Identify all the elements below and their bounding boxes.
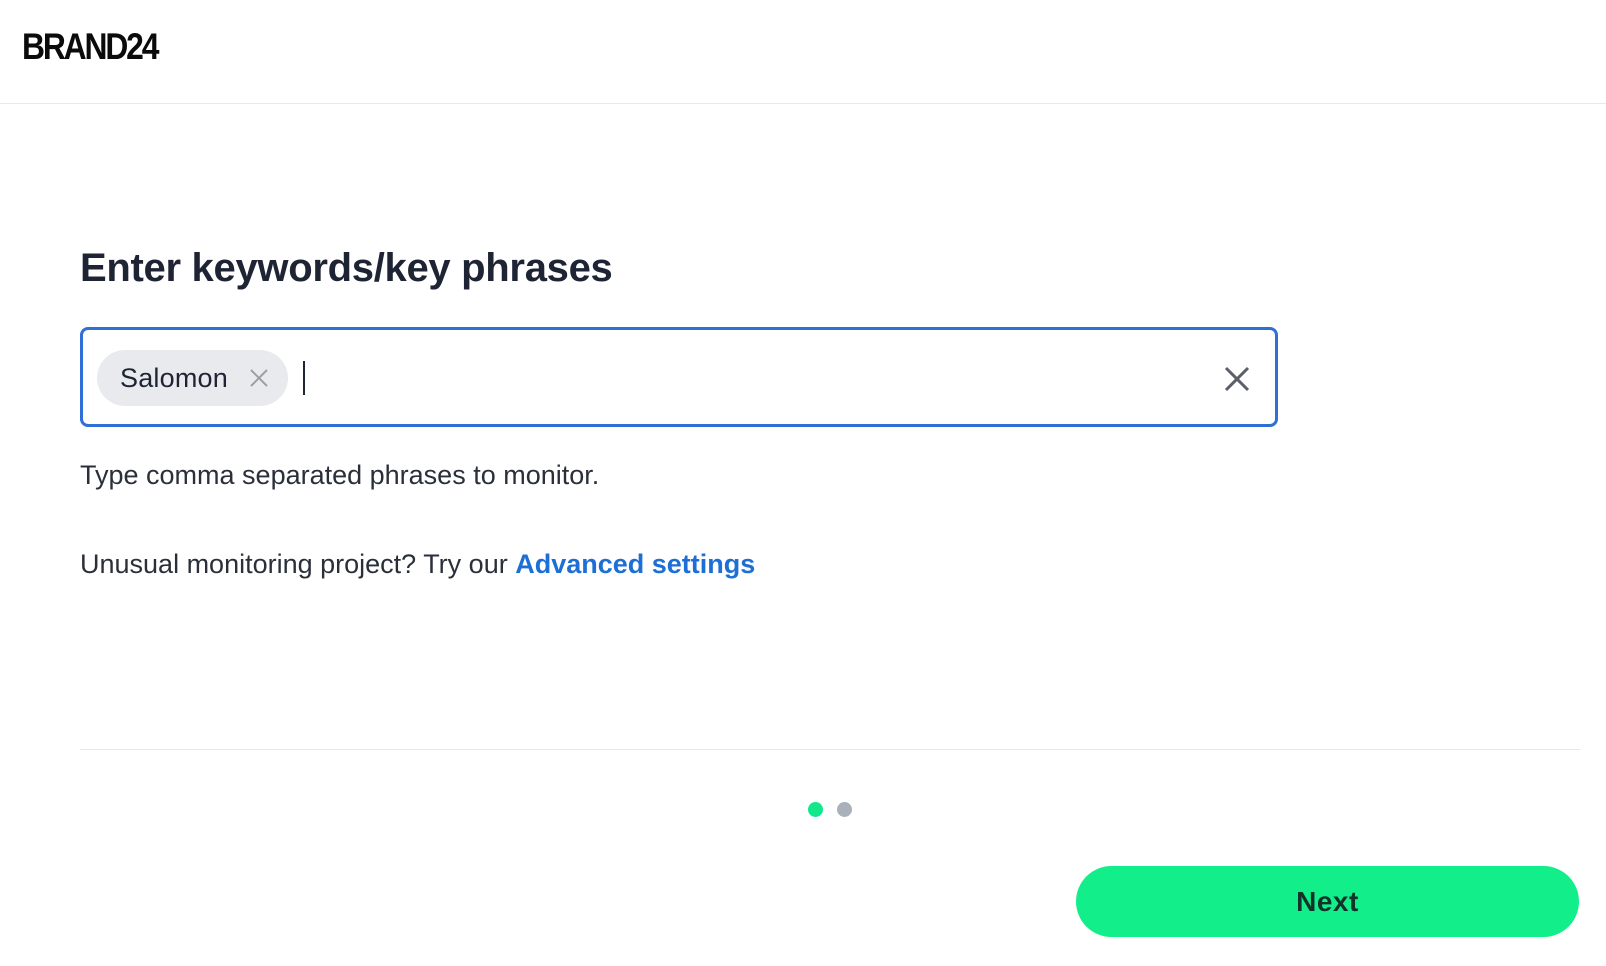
keywords-hint: Type comma separated phrases to monitor. [80,460,600,490]
advanced-settings-link[interactable]: Advanced settings [515,549,755,579]
step-dot-2 [837,802,852,817]
advanced-settings-prefix: Unusual monitoring project? Try our [80,549,516,579]
page-title: Enter keywords/key phrases [80,246,613,290]
footer-divider [80,749,1580,750]
keyword-chip: Salomon [97,350,288,406]
chip-remove-icon[interactable] [248,367,270,389]
text-caret [303,361,305,395]
next-button[interactable]: Next [1076,866,1579,937]
keyword-chip-label: Salomon [120,362,228,393]
clear-input-icon[interactable] [1223,365,1251,393]
brand24-logo[interactable]: BRAND24 [22,26,159,68]
step-dot-1 [808,802,823,817]
advanced-settings-line: Unusual monitoring project? Try our Adva… [80,549,755,580]
top-header: BRAND24 [0,0,1606,104]
step-indicator [808,802,852,817]
keywords-input[interactable]: Salomon [80,327,1278,427]
